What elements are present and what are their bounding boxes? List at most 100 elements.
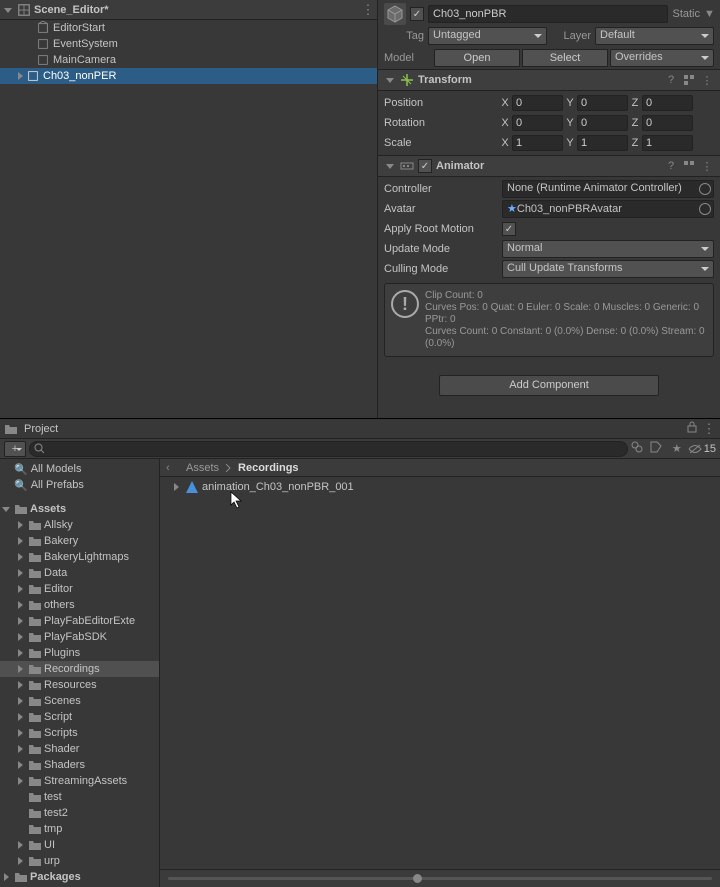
packages-foldout[interactable] — [0, 871, 12, 883]
animator-header[interactable]: Animator ? ⋮ — [378, 155, 720, 177]
folder-item[interactable]: StreamingAssets — [0, 773, 159, 789]
component-menu-icon[interactable]: ⋮ — [700, 73, 714, 87]
layer-dropdown[interactable]: Default — [595, 27, 714, 45]
file-item[interactable]: animation_Ch03_nonPBR_001 — [164, 479, 716, 495]
scale-y-input[interactable] — [577, 135, 628, 151]
folder-foldout[interactable] — [14, 711, 26, 723]
folder-item[interactable]: PlayFabEditorExte — [0, 613, 159, 629]
folder-item[interactable]: Shader — [0, 741, 159, 757]
folder-item[interactable]: UI — [0, 837, 159, 853]
breadcrumb-root[interactable]: Assets — [186, 462, 219, 474]
breadcrumb-back-icon[interactable]: ‹ — [166, 462, 180, 474]
folder-foldout[interactable] — [14, 599, 26, 611]
overrides-dropdown[interactable]: Overrides — [610, 49, 714, 67]
file-foldout[interactable] — [170, 481, 182, 493]
position-x-input[interactable] — [512, 95, 563, 111]
active-checkbox[interactable] — [410, 7, 424, 21]
apply-root-motion-checkbox[interactable] — [502, 222, 516, 236]
add-component-button[interactable]: Add Component — [439, 375, 659, 396]
component-foldout[interactable] — [384, 74, 396, 86]
project-menu-icon[interactable]: ⋮ — [702, 422, 716, 436]
scale-x-input[interactable] — [512, 135, 563, 151]
folder-item[interactable]: BakeryLightmaps — [0, 549, 159, 565]
folder-foldout[interactable] — [14, 519, 26, 531]
folder-foldout[interactable] — [14, 663, 26, 675]
folder-item[interactable]: tmp — [0, 821, 159, 837]
object-picker-icon[interactable] — [699, 203, 711, 215]
project-zoom-slider[interactable] — [160, 869, 720, 887]
tag-dropdown[interactable]: Untagged — [428, 27, 547, 45]
rotation-y-input[interactable] — [577, 115, 628, 131]
folder-foldout[interactable] — [14, 615, 26, 627]
folder-foldout[interactable] — [14, 695, 26, 707]
folder-foldout[interactable] — [14, 631, 26, 643]
gameobject-name-input[interactable] — [428, 5, 668, 23]
preset-icon[interactable] — [682, 159, 696, 173]
animator-enabled-checkbox[interactable] — [418, 159, 432, 173]
folder-foldout[interactable] — [14, 727, 26, 739]
folder-foldout[interactable] — [14, 583, 26, 595]
search-by-type-icon[interactable] — [631, 441, 647, 457]
breadcrumb-current[interactable]: Recordings — [238, 462, 299, 474]
folder-item[interactable]: Data — [0, 565, 159, 581]
avatar-field[interactable]: ★Ch03_nonPBRAvatar — [502, 200, 714, 218]
scene-foldout[interactable] — [2, 4, 14, 16]
folder-item[interactable]: Allsky — [0, 517, 159, 533]
folder-item[interactable]: test — [0, 789, 159, 805]
folder-foldout[interactable] — [14, 839, 26, 851]
folder-foldout[interactable] — [14, 679, 26, 691]
folder-item[interactable]: Editor — [0, 581, 159, 597]
lock-icon[interactable] — [686, 421, 702, 437]
folder-item[interactable]: others — [0, 597, 159, 613]
favorite-item[interactable]: 🔍All Models — [0, 461, 159, 477]
folder-foldout[interactable] — [14, 647, 26, 659]
component-menu-icon[interactable]: ⋮ — [700, 159, 714, 173]
create-button[interactable]: + — [4, 441, 26, 457]
help-icon[interactable]: ? — [664, 159, 678, 173]
folder-item[interactable]: Script — [0, 709, 159, 725]
help-icon[interactable]: ? — [664, 73, 678, 87]
folder-item[interactable]: Shaders — [0, 757, 159, 773]
folder-foldout[interactable] — [14, 551, 26, 563]
folder-item[interactable]: test2 — [0, 805, 159, 821]
packages-root[interactable]: Packages — [0, 869, 159, 885]
folder-foldout[interactable] — [14, 855, 26, 867]
folder-item[interactable]: Recordings — [0, 661, 159, 677]
preset-icon[interactable] — [682, 73, 696, 87]
slider-thumb[interactable] — [413, 874, 422, 883]
folder-item[interactable]: Resources — [0, 677, 159, 693]
rotation-z-input[interactable] — [642, 115, 693, 131]
component-foldout[interactable] — [384, 160, 396, 172]
folder-foldout[interactable] — [14, 567, 26, 579]
position-z-input[interactable] — [642, 95, 693, 111]
project-search[interactable] — [29, 441, 628, 457]
controller-field[interactable]: None (Runtime Animator Controller) — [502, 180, 714, 198]
search-by-label-icon[interactable] — [650, 441, 666, 457]
rotation-x-input[interactable] — [512, 115, 563, 131]
assets-root[interactable]: Assets — [0, 501, 159, 517]
folder-item[interactable]: Plugins — [0, 645, 159, 661]
scene-name[interactable]: Scene_Editor* — [34, 4, 361, 16]
open-button[interactable]: Open — [434, 49, 520, 67]
update-mode-dropdown[interactable]: Normal — [502, 240, 714, 258]
folder-foldout[interactable] — [14, 535, 26, 547]
hierarchy-item[interactable]: MainCamera — [0, 52, 377, 68]
folder-foldout[interactable] — [14, 743, 26, 755]
gameobject-header-icon[interactable] — [384, 3, 406, 25]
hierarchy-menu-icon[interactable]: ⋮ — [361, 3, 375, 17]
hidden-icon[interactable] — [688, 444, 702, 454]
folder-foldout[interactable] — [14, 775, 26, 787]
folder-item[interactable]: PlayFabSDK — [0, 629, 159, 645]
favorite-star-icon[interactable]: ★ — [669, 441, 685, 457]
item-foldout[interactable] — [14, 70, 26, 82]
scale-z-input[interactable] — [642, 135, 693, 151]
hierarchy-item[interactable]: EventSystem — [0, 36, 377, 52]
hierarchy-item-selected[interactable]: Ch03_nonPER — [0, 68, 377, 84]
favorite-item[interactable]: 🔍All Prefabs — [0, 477, 159, 493]
project-search-input[interactable] — [48, 443, 623, 455]
hierarchy-item[interactable]: EditorStart — [0, 20, 377, 36]
select-button[interactable]: Select — [522, 49, 608, 67]
folder-item[interactable]: Bakery — [0, 533, 159, 549]
folder-item[interactable]: Scenes — [0, 693, 159, 709]
position-y-input[interactable] — [577, 95, 628, 111]
